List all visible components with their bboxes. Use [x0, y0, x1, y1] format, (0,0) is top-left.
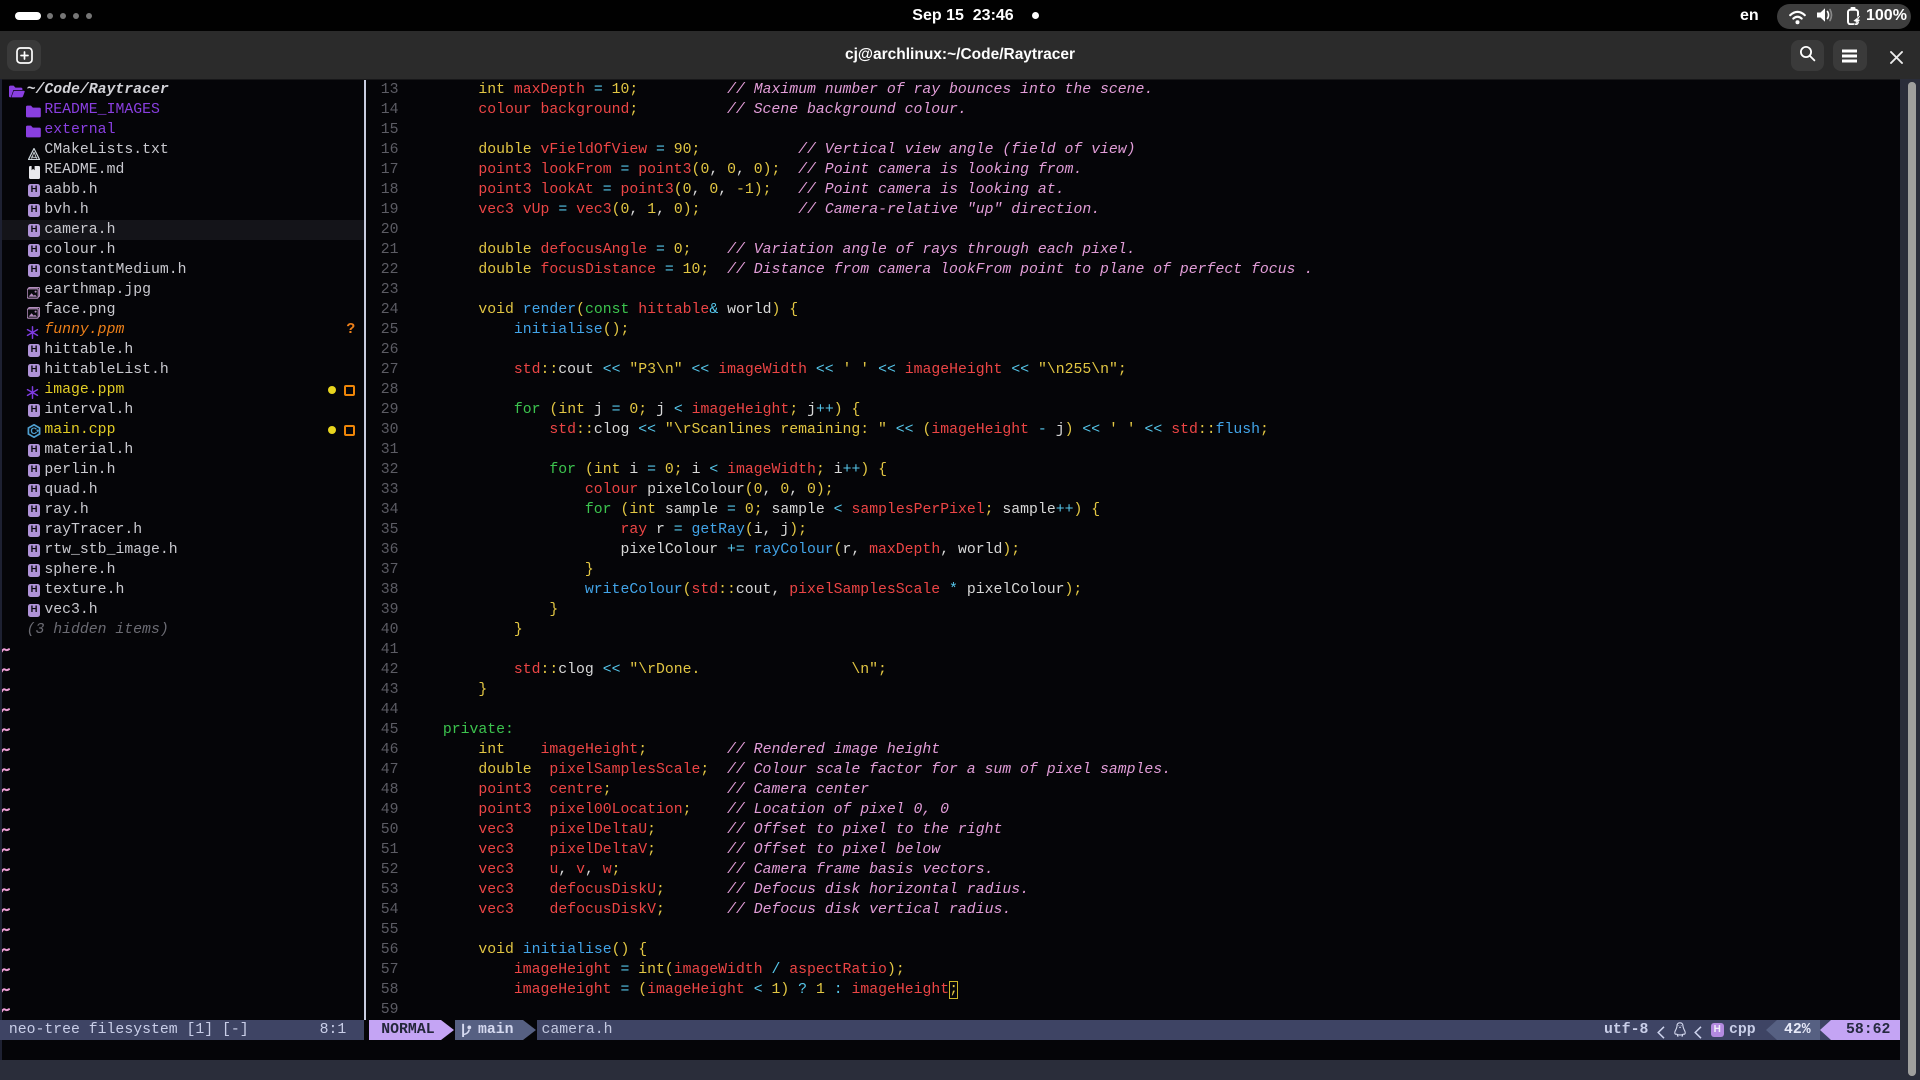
- svg-text:C: C: [30, 426, 37, 437]
